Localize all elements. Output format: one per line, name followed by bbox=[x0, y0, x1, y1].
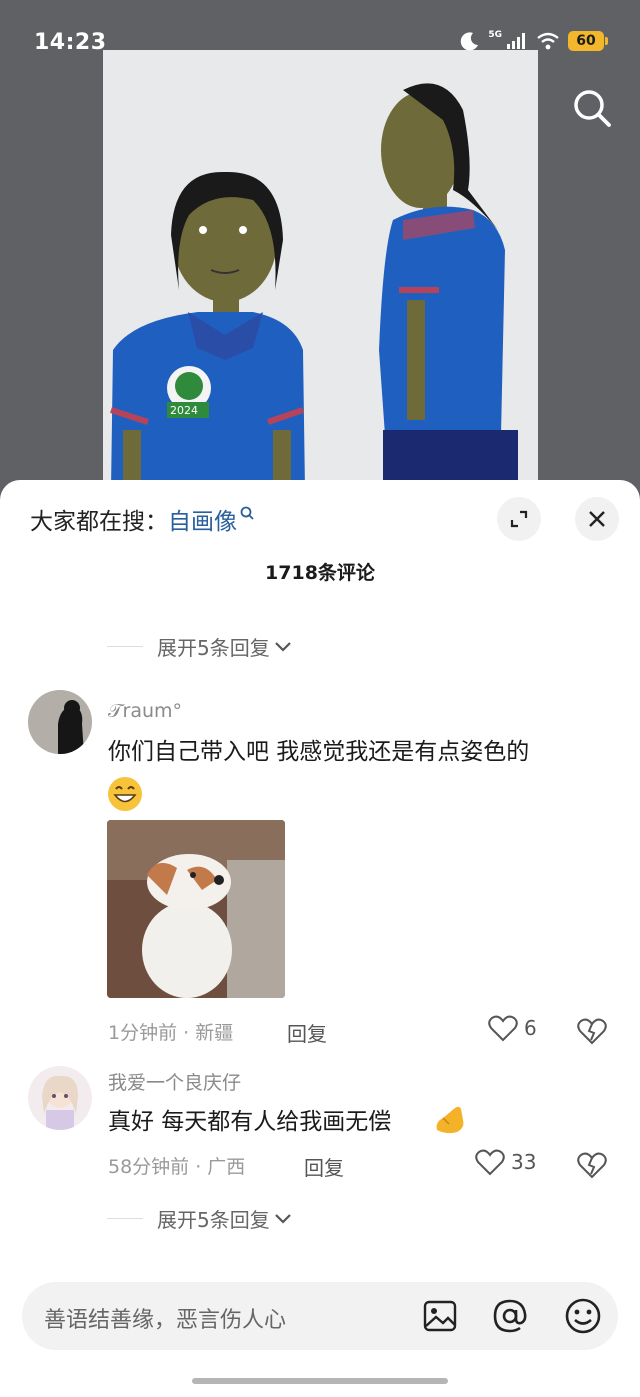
status-bar: 14:23 5G 60 bbox=[0, 0, 640, 88]
fullscreen-button[interactable] bbox=[497, 497, 541, 541]
divider bbox=[107, 1218, 143, 1219]
expand-icon bbox=[510, 510, 528, 528]
expand-replies-button[interactable]: 展开5条回复 bbox=[107, 1204, 292, 1233]
heart-icon bbox=[488, 1015, 518, 1042]
badge-year: 2024 bbox=[170, 404, 198, 417]
comment-sticker-image[interactable] bbox=[107, 820, 285, 998]
trending-prefix: 大家都在搜： bbox=[30, 509, 168, 535]
like-button[interactable]: 33 bbox=[475, 1148, 536, 1176]
post-image[interactable]: 2024 bbox=[103, 50, 538, 490]
avatar[interactable] bbox=[28, 1066, 92, 1130]
mention-icon[interactable] bbox=[490, 1296, 530, 1336]
emoji-icon[interactable] bbox=[563, 1296, 603, 1336]
expand-replies-label: 展开5条回复 bbox=[157, 1208, 270, 1232]
image-icon[interactable] bbox=[420, 1296, 460, 1336]
comment-username[interactable]: 𝒯raum° bbox=[108, 700, 182, 722]
signal-icon bbox=[507, 33, 525, 49]
like-count: 6 bbox=[524, 1016, 537, 1040]
reply-button[interactable]: 回复 bbox=[287, 1018, 327, 1047]
avatar[interactable] bbox=[28, 690, 92, 754]
comment-meta: 1分钟前 · 新疆 bbox=[108, 1022, 234, 1044]
expand-replies-button[interactable]: 展开5条回复 bbox=[107, 632, 292, 661]
comment-input-placeholder[interactable]: 善语结善缘，恶言伤人心 bbox=[44, 1302, 286, 1334]
expand-replies-label: 展开5条回复 bbox=[157, 636, 270, 660]
chevron-down-icon bbox=[274, 1213, 291, 1224]
like-button[interactable]: 6 bbox=[488, 1014, 537, 1042]
reply-button[interactable]: 回复 bbox=[304, 1152, 344, 1181]
trending-keyword[interactable]: 自画像 bbox=[168, 509, 237, 535]
status-time: 14:23 bbox=[34, 30, 107, 55]
network-type: 5G bbox=[488, 30, 502, 40]
hand-gesture-icon bbox=[436, 1106, 464, 1134]
comments-sheet: 大家都在搜：自画像 1718条评论 展开5条回复 𝒯raum° 你们自己带入吧 … bbox=[0, 480, 640, 1397]
battery-indicator: 60 bbox=[568, 31, 608, 51]
dislike-icon[interactable] bbox=[577, 1150, 607, 1180]
do-not-disturb-icon bbox=[461, 32, 479, 51]
comment-username[interactable]: 我爱一个良庆仔 bbox=[108, 1068, 241, 1095]
comment-text: 真好 每天都有人给我画无偿 bbox=[108, 1109, 392, 1135]
home-indicator[interactable] bbox=[192, 1378, 448, 1384]
comment-input-bar[interactable]: 善语结善缘，恶言伤人心 bbox=[22, 1282, 618, 1350]
avatar-image bbox=[28, 1066, 92, 1130]
grinning-face-icon bbox=[108, 777, 142, 811]
heart-icon bbox=[475, 1149, 505, 1176]
search-icon[interactable] bbox=[570, 86, 614, 130]
wifi-icon bbox=[537, 32, 559, 50]
close-button[interactable] bbox=[575, 497, 619, 541]
chevron-down-icon bbox=[274, 641, 291, 652]
dislike-icon[interactable] bbox=[577, 1016, 607, 1046]
search-small-icon bbox=[240, 506, 254, 520]
dog-sticker bbox=[107, 820, 285, 998]
comment-count: 1718条评论 bbox=[265, 562, 375, 584]
comment-meta: 58分钟前 · 广西 bbox=[108, 1156, 246, 1178]
comment-text: 你们自己带入吧 我感觉我还是有点姿色的 bbox=[108, 739, 530, 765]
like-count: 33 bbox=[511, 1150, 537, 1174]
trending-search[interactable]: 大家都在搜：自画像 bbox=[30, 502, 255, 536]
avatar-image bbox=[28, 690, 92, 754]
self-portrait-drawing: 2024 bbox=[110, 83, 518, 490]
close-icon bbox=[589, 511, 605, 527]
divider bbox=[107, 646, 143, 647]
